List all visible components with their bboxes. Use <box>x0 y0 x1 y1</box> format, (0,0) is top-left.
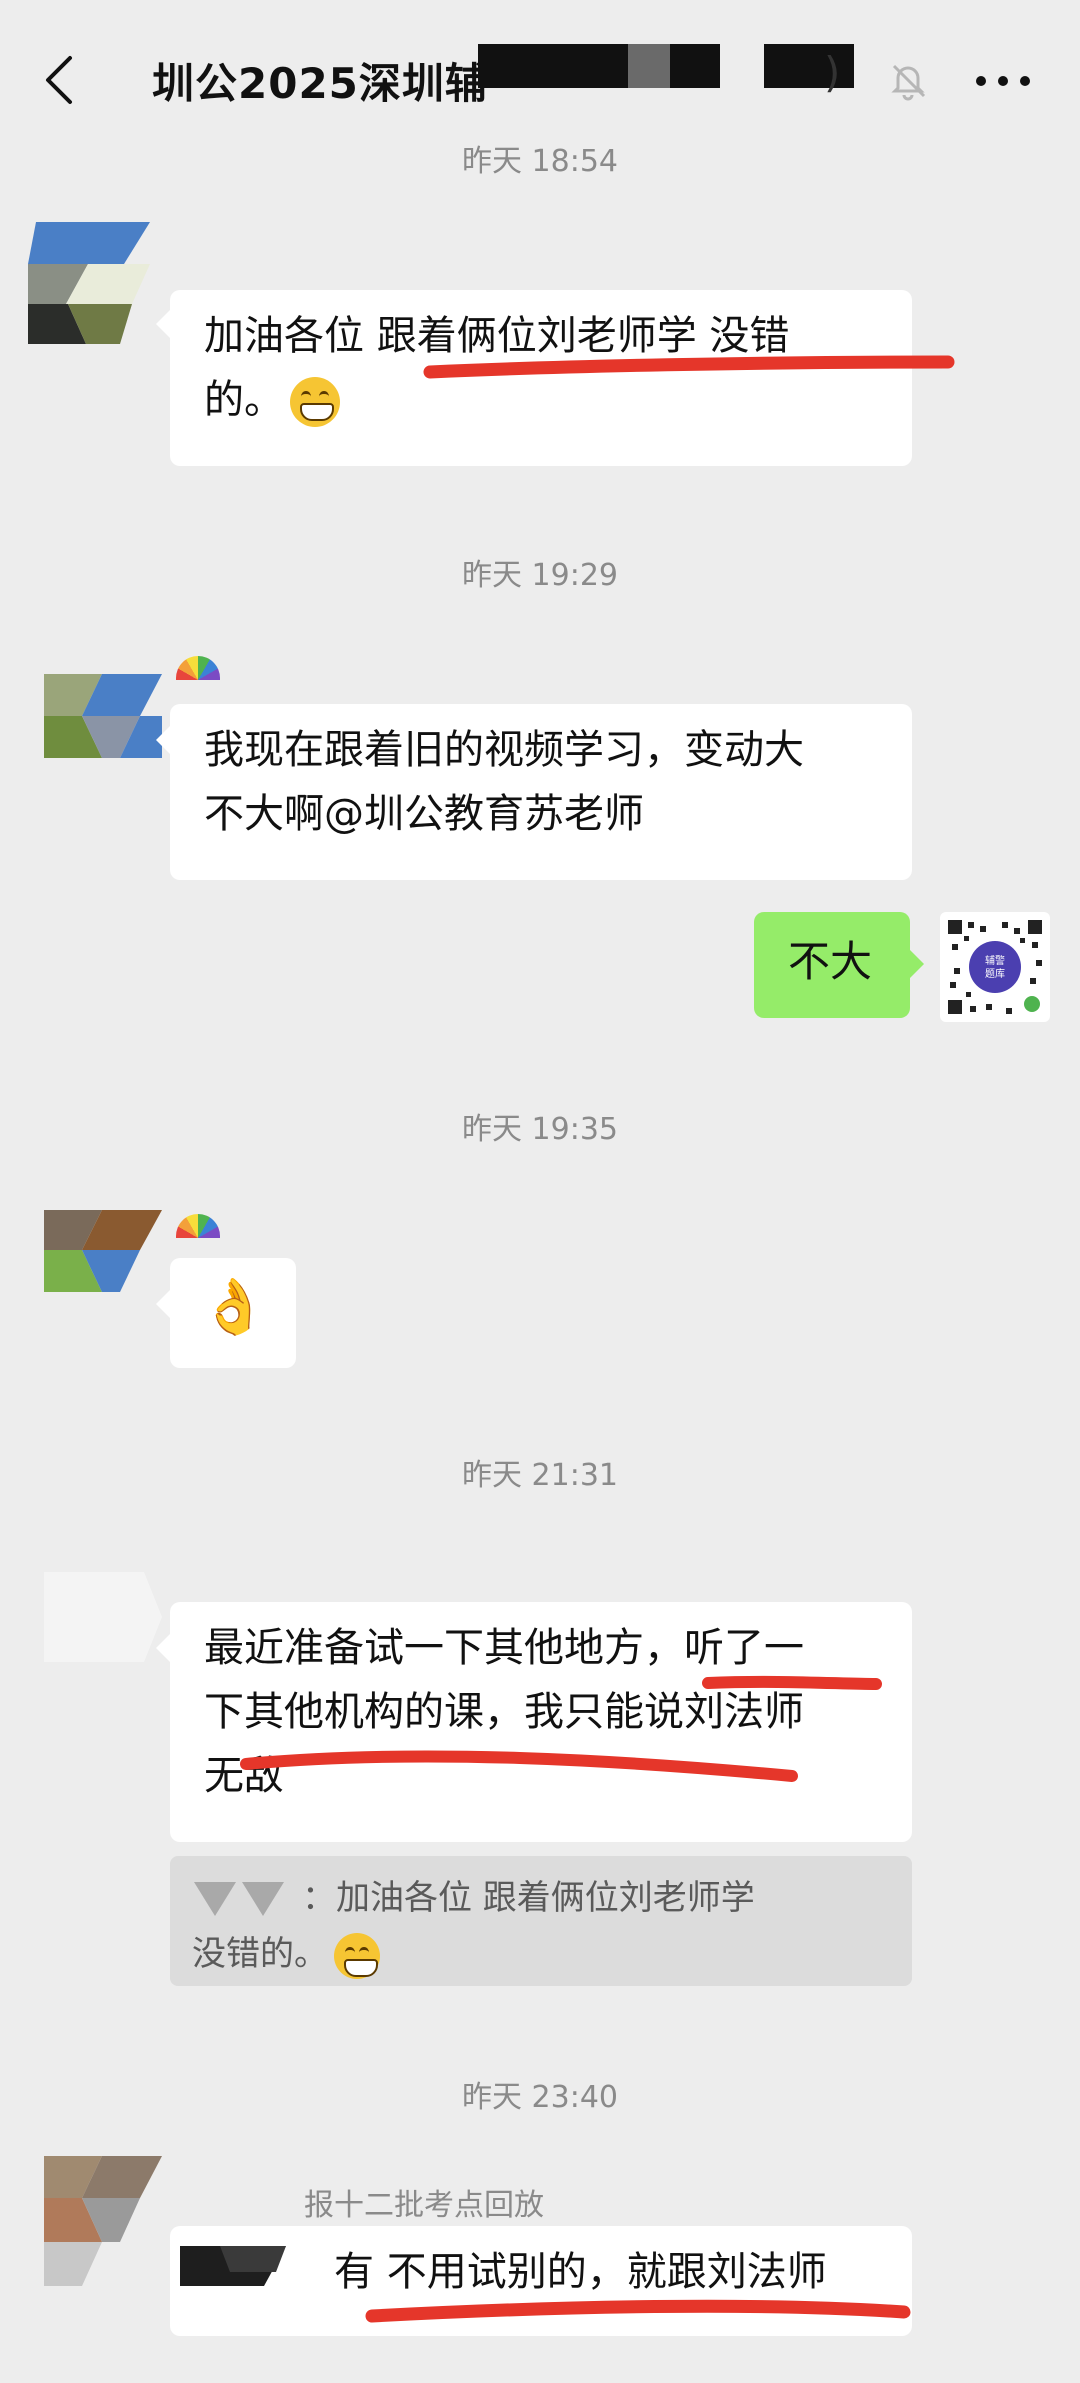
more-horizontal-icon[interactable] <box>976 76 1032 88</box>
quoted-message[interactable]: ：加油各位 跟着俩位刘老师学 没错的。 <box>170 1856 912 1986</box>
ok-hand-icon: 👌 <box>200 1275 268 1338</box>
message-bubble[interactable]: 👌 <box>170 1258 296 1368</box>
timestamp: 昨天 21:31 <box>462 1458 618 1493</box>
avatar[interactable] <box>44 1572 162 1662</box>
rainbow-icon <box>176 1214 220 1238</box>
redaction-block <box>670 44 720 88</box>
message-text-line2: 的。 <box>204 368 878 432</box>
quoted-text-line2: 没错的。 <box>192 1926 890 1982</box>
bubble-tail <box>156 310 170 338</box>
message-text: 我现在跟着旧的视频学习，变动大 <box>204 727 804 773</box>
my-avatar[interactable]: 辅警 题库 <box>940 912 1050 1022</box>
redaction-block <box>628 44 670 88</box>
message-bubble-outgoing[interactable]: 不大 <box>754 912 910 1018</box>
chat-title: 圳公2025深圳辅 <box>152 59 488 108</box>
redaction-block <box>180 2246 286 2286</box>
bubble-tail <box>156 726 170 754</box>
member-count-tail: ) <box>824 48 841 97</box>
message-text: 加油各位 跟着俩位刘老师学 没错 <box>204 313 790 359</box>
svg-text:题库: 题库 <box>985 967 1005 980</box>
bell-off-icon <box>891 64 926 101</box>
message-text-line2: 下其他机构的课，我只能说刘法师 <box>204 1689 804 1735</box>
message-bubble[interactable]: 最近准备试一下其他地方，听了一 下其他机构的课，我只能说刘法师 无敌 <box>170 1602 912 1842</box>
grinning-face-icon <box>290 377 340 427</box>
chat-header: 圳公2025深圳辅 ) <box>0 0 1080 150</box>
timestamp: 昨天 19:29 <box>462 558 618 593</box>
message-text-line3: 无敌 <box>204 1753 284 1799</box>
bubble-tail <box>910 950 924 978</box>
avatar[interactable] <box>28 222 150 344</box>
qr-code-icon: 辅警 题库 <box>948 920 1042 1014</box>
chevron-left-icon[interactable] <box>40 52 80 108</box>
timestamp: 昨天 19:35 <box>462 1112 618 1147</box>
bubble-tail <box>156 1290 170 1318</box>
message-text: 有 不用试别的，就跟刘法师 <box>334 2249 827 2295</box>
message-text-line2: 不大啊@圳公教育苏老师 <box>204 791 644 837</box>
grinning-face-icon <box>334 1932 380 1979</box>
redaction-block <box>478 44 628 88</box>
bubble-tail <box>156 1634 170 1662</box>
message-bubble[interactable]: 我现在跟着旧的视频学习，变动大 不大啊@圳公教育苏老师 <box>170 704 912 880</box>
message-text: 不大 <box>788 937 873 986</box>
quoted-text: ：加油各位 跟着俩位刘老师学 <box>192 1870 890 1926</box>
svg-text:辅警: 辅警 <box>985 954 1005 967</box>
message-bubble[interactable]: 加油各位 跟着俩位刘老师学 没错 的。 <box>170 290 912 466</box>
rainbow-icon <box>176 656 220 680</box>
avatar[interactable] <box>44 1210 162 1312</box>
avatar[interactable] <box>44 646 162 764</box>
sender-nickname: 报十二批考点回放 <box>304 2188 544 2223</box>
timestamp: 昨天 23:40 <box>462 2080 618 2115</box>
avatar[interactable] <box>44 2156 162 2286</box>
quoted-sender-redacted <box>192 1870 302 1926</box>
redaction-block <box>764 44 854 88</box>
timestamp: 昨天 18:54 <box>462 144 618 179</box>
message-text: 最近准备试一下其他地方，听了一 <box>204 1625 804 1671</box>
